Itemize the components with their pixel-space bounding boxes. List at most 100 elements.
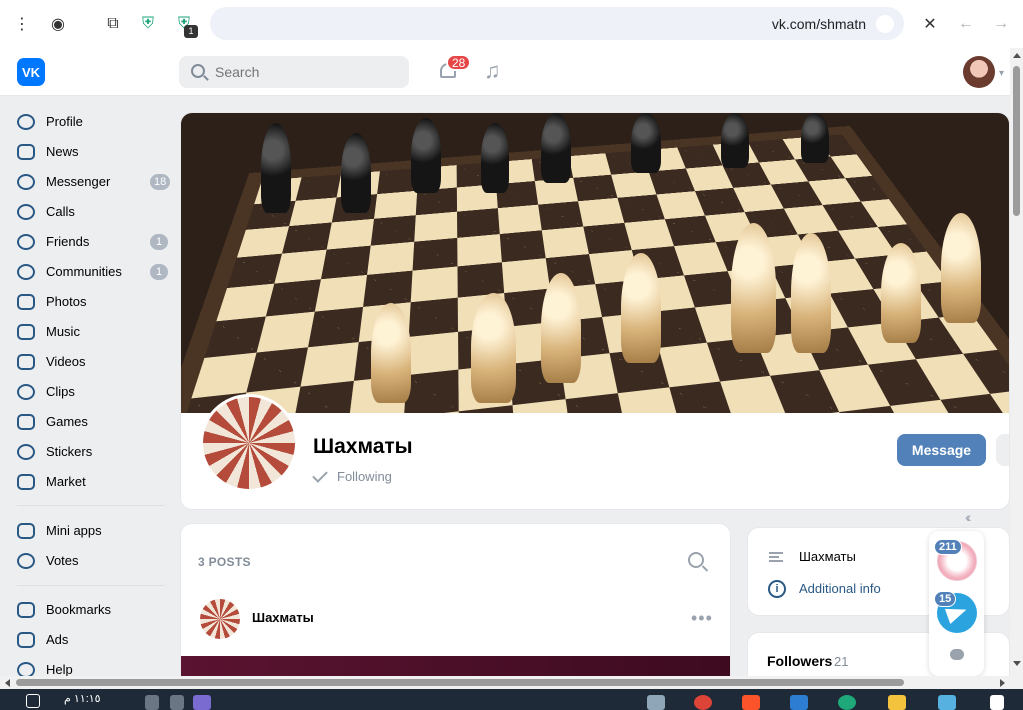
- sidebar-item-profile[interactable]: Profile: [0, 108, 175, 136]
- vk-logo[interactable]: VK: [17, 58, 45, 86]
- sidebar-item-label: Help: [46, 662, 73, 677]
- edge-icon[interactable]: [838, 695, 856, 710]
- collapse-chats-icon[interactable]: ‹‹: [965, 509, 972, 525]
- file-explorer-icon[interactable]: [888, 695, 906, 710]
- chevron-down-icon[interactable]: ▾: [999, 68, 1004, 79]
- sidebar-item-label: Friends: [46, 234, 90, 249]
- additional-info-link[interactable]: Additional info: [799, 581, 881, 596]
- shopping-bag-icon: [17, 474, 35, 490]
- sidebar-item-label: Calls: [46, 204, 75, 219]
- search-icon[interactable]: [688, 552, 704, 568]
- scroll-thumb[interactable]: [16, 679, 904, 686]
- sidebar-item-stickers[interactable]: Stickers: [0, 438, 175, 466]
- smile-icon: [17, 444, 35, 460]
- sidebar-item-mini-apps[interactable]: Mini apps: [0, 517, 175, 545]
- more-actions-button[interactable]: [996, 434, 1009, 466]
- site-settings-icon[interactable]: [876, 15, 894, 33]
- sidebar-item-photos[interactable]: Photos: [0, 288, 175, 316]
- chat-bubble-icon[interactable]: [950, 649, 964, 660]
- sidebar-item-communities[interactable]: Communities 1: [0, 258, 175, 286]
- search-input[interactable]: [215, 62, 395, 82]
- sidebar-item-videos[interactable]: Videos: [0, 348, 175, 376]
- chat-quick-panel: 211 15: [929, 531, 984, 676]
- task-view-icon[interactable]: [26, 694, 40, 708]
- sidebar-item-games[interactable]: Games: [0, 408, 175, 436]
- user-avatar[interactable]: [963, 56, 995, 88]
- windows-start-icon[interactable]: [990, 695, 1004, 710]
- sidebar-item-messenger[interactable]: Messenger 18: [0, 168, 175, 196]
- music-icon[interactable]: ♫: [484, 60, 501, 82]
- sidebar-item-label: Music: [46, 324, 80, 339]
- scroll-right-icon[interactable]: [1000, 679, 1005, 687]
- search-icon: [191, 64, 205, 78]
- volume-icon[interactable]: [145, 695, 159, 710]
- shield-extension-icon[interactable]: ⛨: [138, 14, 158, 34]
- scroll-up-icon[interactable]: [1013, 53, 1021, 58]
- sidebar-item-friends[interactable]: Friends 1: [0, 228, 175, 256]
- vertical-scrollbar[interactable]: [1010, 48, 1023, 676]
- profile-icon[interactable]: ◉: [48, 14, 68, 34]
- sidebar-item-news[interactable]: News: [0, 138, 175, 166]
- post-author-avatar[interactable]: [200, 599, 240, 639]
- chrome-icon[interactable]: [694, 695, 712, 710]
- scroll-down-icon[interactable]: [1013, 661, 1021, 666]
- clock[interactable]: ١١:١٥ م: [64, 692, 101, 705]
- message-bubble-icon: [17, 174, 35, 190]
- vk-header: VK 28 ♫ ▾: [0, 48, 1010, 96]
- horizontal-scrollbar[interactable]: [0, 676, 1023, 689]
- message-button[interactable]: Message: [897, 434, 986, 466]
- video-icon: [17, 354, 35, 370]
- following-status[interactable]: Following: [312, 467, 392, 484]
- brave-icon[interactable]: [742, 695, 760, 710]
- post-author-name[interactable]: Шахматы: [252, 610, 314, 625]
- text-lines-icon: [769, 552, 783, 562]
- scroll-left-icon[interactable]: [5, 679, 10, 687]
- sidebar-nav: Profile News Messenger 18 Calls Friends 1 …: [0, 96, 180, 678]
- sidebar-item-market[interactable]: Market: [0, 468, 175, 496]
- store-icon[interactable]: [790, 695, 808, 710]
- app-icon[interactable]: [647, 695, 665, 710]
- sidebar-item-bookmarks[interactable]: Bookmarks: [0, 596, 175, 624]
- sidebar-item-ads[interactable]: Ads: [0, 626, 175, 654]
- sidebar-item-music[interactable]: Music: [0, 318, 175, 346]
- extension-badge: 1: [184, 25, 198, 38]
- network-icon[interactable]: [170, 695, 184, 710]
- clips-icon: [17, 384, 35, 400]
- sidebar-item-calls[interactable]: Calls: [0, 198, 175, 226]
- browser-menu-icon[interactable]: ⋮: [12, 14, 32, 34]
- search-box[interactable]: [179, 56, 409, 88]
- sidebar-divider: [17, 505, 165, 506]
- stop-icon[interactable]: ✕: [920, 14, 940, 34]
- cover-image[interactable]: [181, 113, 1009, 413]
- post-more-icon[interactable]: •••: [691, 608, 713, 629]
- group-avatar[interactable]: [200, 394, 298, 492]
- communities-badge: 1: [150, 264, 168, 280]
- posts-card: 3 POSTS Шахматы •••: [180, 523, 731, 683]
- sidebar-item-clips[interactable]: Clips: [0, 378, 175, 406]
- app-icon[interactable]: [193, 695, 211, 710]
- extensions-icon[interactable]: ⧉: [103, 14, 123, 34]
- address-bar[interactable]: vk.com/shmatn: [210, 7, 904, 40]
- app-icon[interactable]: [938, 695, 956, 710]
- sidebar-item-label: Bookmarks: [46, 602, 112, 617]
- sidebar-item-votes[interactable]: Votes: [0, 547, 175, 575]
- news-icon: [17, 144, 35, 160]
- sidebar-item-label: Profile: [46, 114, 83, 129]
- megaphone-icon: [17, 632, 35, 648]
- sidebar-item-label: Ads: [46, 632, 69, 647]
- sidebar-item-label: Photos: [46, 294, 87, 309]
- following-label: Following: [337, 469, 392, 484]
- url-text: vk.com/shmatn: [771, 16, 866, 32]
- followers-label[interactable]: Followers: [767, 653, 832, 669]
- info-icon: i: [768, 580, 786, 598]
- forward-icon[interactable]: →: [991, 14, 1011, 34]
- chat-unread-badge: 15: [934, 591, 957, 607]
- back-icon[interactable]: ←: [956, 14, 976, 34]
- photos-icon: [17, 294, 35, 310]
- communities-icon: [17, 264, 35, 280]
- notifications-badge: 28: [446, 54, 472, 71]
- group-name: Шахматы: [313, 435, 413, 458]
- bookmark-icon: [17, 602, 35, 618]
- music-icon: [17, 324, 35, 340]
- scroll-thumb[interactable]: [1013, 66, 1020, 216]
